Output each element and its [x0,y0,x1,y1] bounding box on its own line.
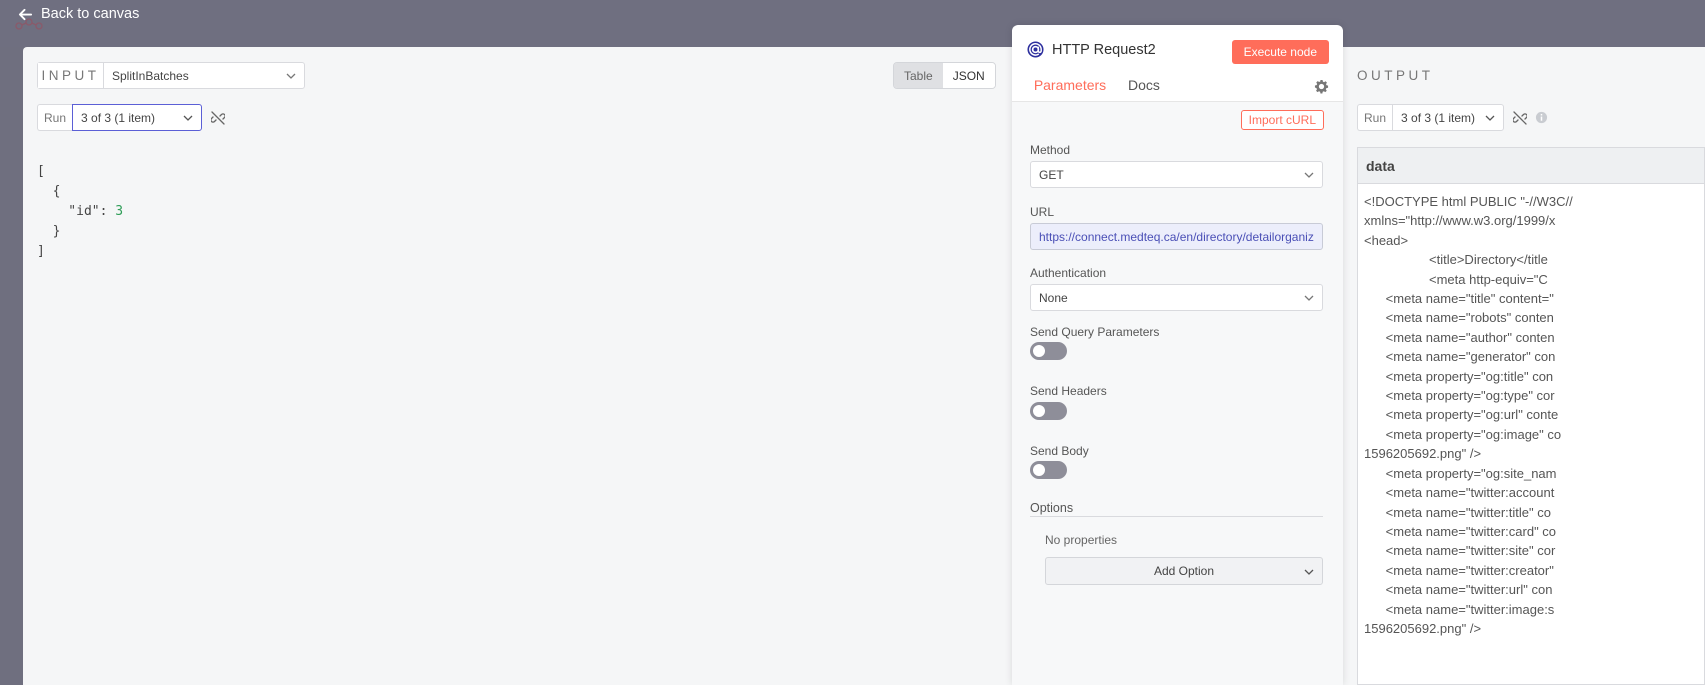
send-body-label: Send Body [1030,444,1089,458]
add-option-button[interactable]: Add Option [1045,557,1323,585]
input-node-value: SplitInBatches [112,68,189,83]
back-label: Back to canvas [41,6,140,22]
run-label: Run [37,104,73,131]
options-title: Options [1030,501,1074,515]
data-line: <meta property="og:url" conte [1364,407,1559,423]
data-line: 1596205692.png" /> [1364,620,1482,636]
data-line: <meta name="twitter:image:s [1364,601,1555,617]
node-parameters-panel: HTTP Request2 Execute node Parameters Do… [1012,25,1343,685]
options-divider [1030,516,1323,517]
data-line: <meta name="twitter:site" cor [1364,543,1556,559]
tab-docs[interactable]: Docs [1128,77,1160,103]
data-line: <meta property="og:title" con [1364,368,1554,384]
data-line: <meta name="generator" con [1364,349,1556,365]
data-line: <meta name="author" conten [1364,329,1555,345]
run-label: Run [1357,104,1393,131]
parameter-tabs: Parameters Docs [1026,77,1160,103]
input-run-row: Run 3 of 3 (1 item) [37,104,226,131]
data-line: <meta name="robots" conten [1364,310,1554,326]
table-view-button[interactable]: Table [894,63,943,88]
output-run-select[interactable]: 3 of 3 (1 item) [1392,104,1505,131]
add-option-label: Add Option [1153,564,1215,578]
data-line: <meta name="twitter:card" co [1364,523,1557,539]
chevron-down-icon [286,73,296,79]
arrow-left-icon [18,8,33,20]
view-toggle: Table JSON [893,62,996,89]
url-value: https://connect.medteq.ca/en/directory/d… [1039,229,1314,244]
chevron-down-icon [1304,295,1314,301]
authentication-select[interactable]: None [1030,284,1323,311]
chevron-down-icon [1485,115,1495,121]
tab-parameters[interactable]: Parameters [1026,77,1114,103]
data-line: <meta name="twitter:url" con [1364,582,1553,598]
input-title: INPUT [38,63,104,88]
url-label: URL [1030,205,1055,219]
json-view-button[interactable]: JSON [942,63,995,88]
data-column-header: data [1358,148,1704,184]
data-line: <meta property="og:site_nam [1364,465,1557,481]
data-line: <head> [1364,232,1409,248]
json-output: [ { "id": 3 } ] [37,164,124,259]
import-curl-button[interactable]: Import cURL [1240,110,1324,130]
input-run-value: 3 of 3 (1 item) [81,110,156,125]
chevron-down-icon [1304,172,1314,178]
node-header: HTTP Request2 [1027,41,1156,58]
execute-node-button[interactable]: Execute node [1231,40,1329,64]
data-line: <meta name="twitter:title" co [1364,504,1551,520]
node-title[interactable]: HTTP Request2 [1052,42,1156,58]
input-node-select[interactable]: SplitInBatches [104,63,304,88]
send-headers-toggle[interactable] [1030,402,1067,420]
chevron-down-icon [1304,569,1314,575]
method-select[interactable]: GET [1030,161,1323,188]
data-line: 1596205692.png" /> [1364,446,1482,462]
input-node-selector[interactable]: INPUT SplitInBatches [37,62,305,89]
gear-icon[interactable] [1314,79,1329,94]
data-line: <meta name="twitter:creator" [1364,562,1554,578]
unlink-icon[interactable] [211,110,226,125]
url-input[interactable]: https://connect.medteq.ca/en/directory/d… [1030,223,1323,250]
data-line: <!DOCTYPE html PUBLIC "-//W3C// [1364,194,1573,209]
input-panel: INPUT SplitInBatches Table JSON Run 3 of… [23,47,1013,685]
back-to-canvas-button[interactable]: Back to canvas [18,6,139,22]
send-query-label: Send Query Parameters [1030,325,1160,339]
input-run-select[interactable]: 3 of 3 (1 item) [72,104,203,131]
method-label: Method [1030,143,1071,157]
unlink-icon[interactable] [1513,110,1528,125]
no-properties-text: No properties [1045,533,1118,547]
output-title: OUTPUT [1357,68,1434,83]
authentication-value: None [1039,290,1068,305]
authentication-label: Authentication [1030,266,1107,280]
output-data-table: data <!DOCTYPE html PUBLIC "-//W3C// xmln… [1357,147,1705,685]
top-bar: Back to canvas [0,0,1705,47]
data-line: <meta property="og:image" co [1364,426,1562,442]
data-line: <meta name="twitter:account [1364,485,1555,501]
data-line: <meta name="title" content=" [1364,291,1554,307]
output-run-value: 3 of 3 (1 item) [1401,110,1476,125]
chevron-down-icon [183,115,193,121]
data-cell: <!DOCTYPE html PUBLIC "-//W3C// xmlns="ht… [1358,184,1704,638]
data-line: <title>Directory</title [1364,252,1548,268]
output-panel: OUTPUT Run 3 of 3 (1 item) data <!DOCTYP… [1343,47,1705,685]
json-id-value: 3 [115,204,124,219]
parameters-body: Import cURL Method GET URL https://conne… [1012,102,1343,685]
data-line: xmlns="http://www.w3.org/1999/x [1364,213,1556,229]
http-request-icon [1027,41,1044,58]
send-body-toggle[interactable] [1030,461,1067,479]
output-run-row: Run 3 of 3 (1 item) [1357,104,1548,131]
data-line: <meta property="og:type" cor [1364,388,1555,404]
method-value: GET [1039,167,1064,182]
send-query-toggle[interactable] [1030,342,1067,360]
data-line: <meta http-equiv="C [1364,271,1548,287]
info-icon[interactable] [1535,111,1548,124]
send-headers-label: Send Headers [1030,384,1107,398]
